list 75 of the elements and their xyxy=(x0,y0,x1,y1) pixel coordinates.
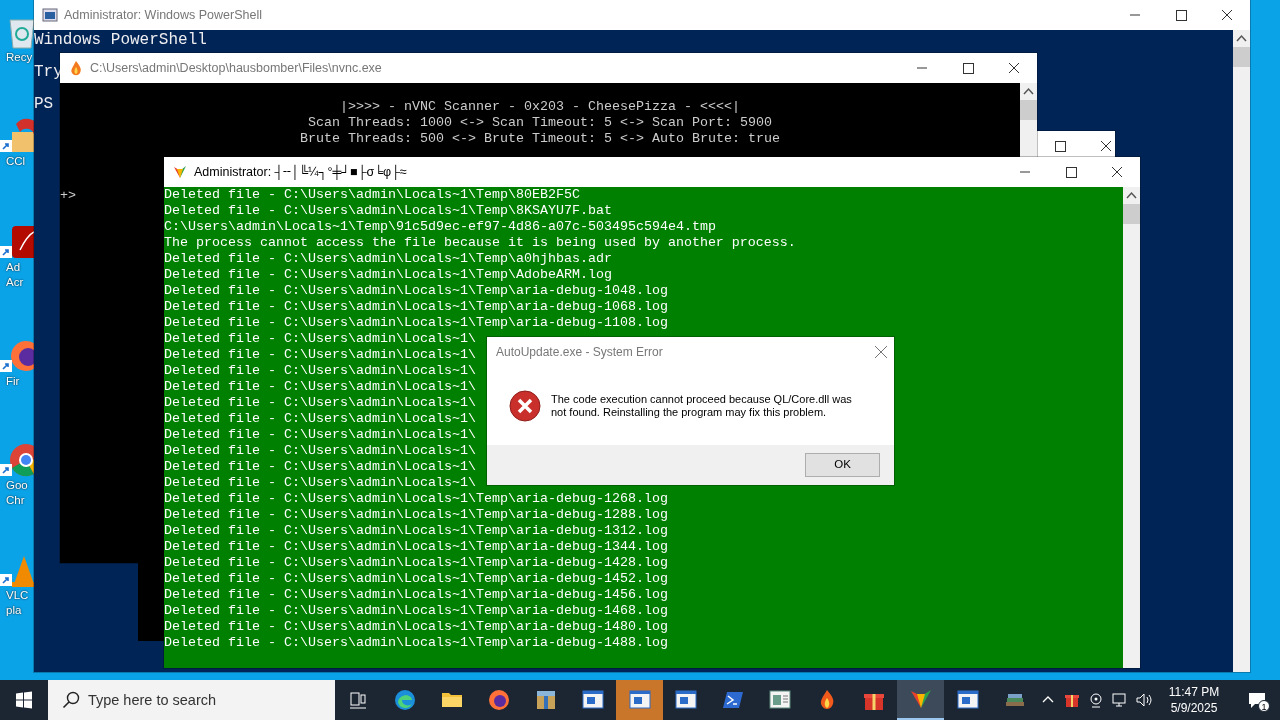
console-line: Deleted file - C:\Users\admin\Locals~1\ xyxy=(164,427,476,443)
console-line: Deleted file - C:\Users\admin\Locals~1\ xyxy=(164,443,476,459)
cleaner-icon[interactable] xyxy=(0,118,34,154)
clock[interactable]: 11:47 PM 5/9/2025 xyxy=(1158,684,1230,716)
console-line: Deleted file - C:\Users\admin\Locals~1\Temp\AdobeARM.log xyxy=(164,267,612,283)
console-line: Deleted file - C:\Users\admin\Locals~1\ xyxy=(164,379,476,395)
console-line: Deleted file - C:\Users\admin\Locals~1\Temp\aria-debug-1288.log xyxy=(164,507,668,523)
window-title: C:\Users\admin\Desktop\hausbomber\Files\nvnc.exe xyxy=(90,59,382,77)
console-line: |>>>> - nVNC Scanner - 0x203 - CheesePizza - <<<<| xyxy=(340,99,740,114)
error-icon xyxy=(509,390,541,422)
window-icon xyxy=(955,688,980,712)
console-line: C:\Users\admin\Locals~1\Temp\91c5d9ec-ef97-4d86-a07c-503495c594e4.tmp xyxy=(164,219,716,235)
window-icon xyxy=(580,688,605,712)
console-line: Deleted file - C:\Users\admin\Locals~1\ xyxy=(164,475,476,491)
icon-label: pla xyxy=(5,603,22,618)
scrollbar-thumb[interactable] xyxy=(1123,204,1140,224)
icon-label: Ad xyxy=(5,260,21,275)
clock-date: 5/9/2025 xyxy=(1169,700,1219,716)
dialog-title: AutoUpdate.exe - System Error xyxy=(496,344,663,361)
console-line: PS xyxy=(34,96,54,112)
console-line: Deleted file - C:\Users\admin\Locals~1\Temp\8KSAYU7F.bat xyxy=(164,203,612,219)
clock-time: 11:47 PM xyxy=(1167,684,1221,700)
window-icon xyxy=(674,688,699,712)
icon-label: VLC xyxy=(5,588,29,603)
icon-label: Acr xyxy=(5,275,24,290)
console-line: Deleted file - C:\Users\admin\Locals~1\Temp\a0hjhbas.adr xyxy=(164,251,612,267)
butterfly-icon[interactable] xyxy=(172,164,188,180)
terminal-icon[interactable] xyxy=(42,7,58,23)
edge-icon xyxy=(393,688,418,712)
console-line: Deleted file - C:\Users\admin\Locals~1\Temp\aria-debug-1428.log xyxy=(164,555,668,571)
console-line: Deleted file - C:\Users\admin\Locals~1\ xyxy=(164,459,476,475)
flame-icon[interactable] xyxy=(68,60,84,76)
scrollbar-thumb[interactable] xyxy=(1020,100,1037,120)
search-field[interactable]: Type here to search xyxy=(47,680,335,720)
icon-label: CCl xyxy=(5,154,26,169)
window-title: Administrator: Windows PowerShell xyxy=(64,6,262,24)
document-window-icon xyxy=(768,688,793,712)
console-line: Deleted file - C:\Users\admin\Locals~1\Temp\aria-debug-1468.log xyxy=(164,603,668,619)
prompt-text: +> xyxy=(60,188,76,204)
window-icon xyxy=(627,688,652,712)
console-line: The process cannot access the file because it is being used by another process. xyxy=(164,235,796,251)
icon-label: Fir xyxy=(5,374,20,389)
notification-button[interactable]: 1 xyxy=(1234,680,1280,720)
icon-label: Recy xyxy=(5,50,33,65)
console-line: Deleted file - C:\Users\admin\Locals~1\Temp\aria-debug-1068.log xyxy=(164,299,668,315)
icon-label: Chr xyxy=(5,493,25,508)
console-line: Deleted file - C:\Users\admin\Locals~1\ xyxy=(164,395,476,411)
console-line: Deleted file - C:\Users\admin\Locals~1\Temp\aria-debug-1452.log xyxy=(164,571,668,587)
window-title: Administrator: ┤╌│╚¼┐°╪┘■├σ╘φ├≈ xyxy=(194,163,407,182)
console-line: Windows PowerShell xyxy=(34,32,207,48)
console-line: Deleted file - C:\Users\admin\Locals~1\Temp\80EB2F5C xyxy=(164,187,580,203)
taskbar-button[interactable] xyxy=(897,680,945,720)
console-line: Deleted file - C:\Users\admin\Locals~1\Temp\aria-debug-1456.log xyxy=(164,587,668,603)
console-line: Deleted file - C:\Users\admin\Locals~1\Temp\aria-debug-1344.log xyxy=(164,539,668,555)
console-line: Deleted file - C:\Users\admin\Locals~1\ xyxy=(164,411,476,427)
icon-label: Goo xyxy=(5,478,28,493)
console-line: Deleted file - C:\Users\admin\Locals~1\Temp\aria-debug-1268.log xyxy=(164,491,668,507)
ok-button[interactable]: OK xyxy=(805,453,880,477)
console-line: Deleted file - C:\Users\admin\Locals~1\Temp\aria-debug-1048.log xyxy=(164,283,668,299)
console-line: Deleted file - C:\Users\admin\Locals~1\Temp\aria-debug-1108.log xyxy=(164,315,668,331)
error-message: The code execution cannot proceed because QL/Core.dll was not found. Reinstalling the program may fix this problem. xyxy=(551,393,853,419)
console-line: Deleted file - C:\Users\admin\Locals~1\Temp\aria-debug-1312.log xyxy=(164,523,668,539)
notification-count: 1 xyxy=(1258,700,1270,712)
console-line: Deleted file - C:\Users\admin\Locals~1\Temp\aria-debug-1480.log xyxy=(164,619,668,635)
console-line: Deleted file - C:\Users\admin\Locals~1\ xyxy=(164,363,476,379)
console-line: Brute Threads: 500 <-> Brute Timeout: 5 <-> Auto Brute: true xyxy=(300,131,780,146)
console-line: Deleted file - C:\Users\admin\Locals~1\ xyxy=(164,331,476,347)
acrobat-icon[interactable] xyxy=(0,224,34,260)
scrollbar-thumb[interactable] xyxy=(1233,47,1250,67)
start-icon[interactable] xyxy=(14,691,33,709)
console-line: Scan Threads: 1000 <-> Scan Timeout: 5 <-> Scan Port: 5900 xyxy=(308,115,772,130)
firefox-icon xyxy=(486,688,511,712)
search-icon xyxy=(61,691,80,709)
console-line: Deleted file - C:\Users\admin\Locals~1\Temp\aria-debug-1488.log xyxy=(164,635,668,651)
console-line: Deleted file - C:\Users\admin\Locals~1\ xyxy=(164,347,476,363)
